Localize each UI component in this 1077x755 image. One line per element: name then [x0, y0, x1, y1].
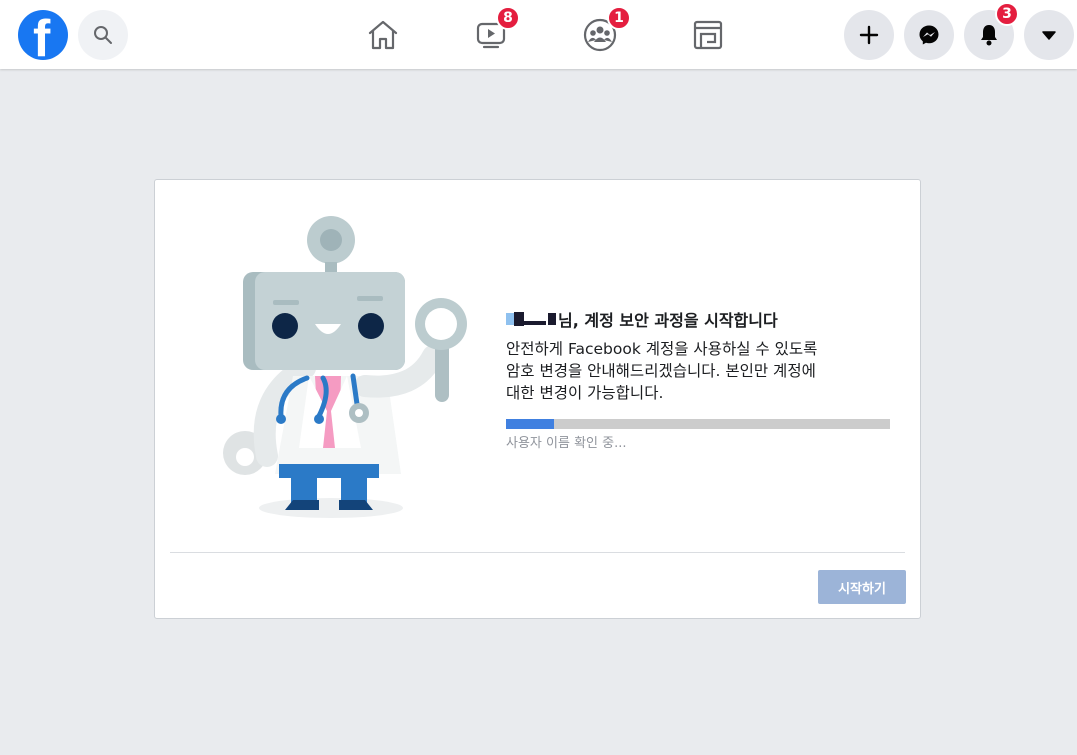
home-icon — [368, 20, 398, 50]
message-line: 안전하게 Facebook 계정을 사용하실 수 있도록 — [506, 340, 818, 358]
search-icon — [94, 26, 112, 44]
redacted-username — [506, 312, 556, 326]
nav-home[interactable] — [358, 12, 408, 58]
message-line: 암호 변경을 안내해드리겠습니다. 본인만 계정에 — [506, 362, 816, 380]
divider — [170, 552, 905, 553]
groups-badge: 1 — [607, 6, 631, 30]
bell-icon — [981, 25, 997, 46]
start-button[interactable]: 시작하기 — [818, 570, 906, 604]
nav-groups[interactable]: 1 — [575, 6, 631, 58]
plus-icon — [859, 25, 879, 45]
message-line: 대한 변경이 가능합니다. — [506, 384, 664, 402]
progress-bar — [506, 419, 890, 429]
status-text: 사용자 이름 확인 중... — [506, 436, 627, 451]
nav-watch[interactable]: 8 — [466, 6, 520, 58]
account-menu-button[interactable] — [1024, 10, 1074, 60]
notifications-button[interactable]: 3 — [964, 2, 1019, 60]
caret-down-icon — [1042, 31, 1056, 40]
facebook-logo-icon[interactable]: f — [18, 10, 68, 60]
notifications-badge: 3 — [995, 2, 1019, 26]
nav-gaming[interactable] — [683, 12, 733, 58]
top-navigation-bar: f 8 1 3 — [0, 0, 1077, 69]
messenger-button[interactable] — [904, 10, 954, 60]
security-checkup-card: 님, 계정 보안 과정을 시작합니다 안전하게 Facebook 계정을 사용하… — [154, 179, 921, 619]
create-button[interactable] — [844, 10, 894, 60]
search-button[interactable] — [78, 10, 128, 60]
progress-fill — [506, 419, 554, 429]
greeting-title-text: 님, 계정 보안 과정을 시작합니다 — [558, 311, 778, 330]
message-block: 님, 계정 보안 과정을 시작합니다 안전하게 Facebook 계정을 사용하… — [506, 308, 896, 404]
robot-doctor-illustration — [223, 216, 467, 518]
messenger-icon — [919, 25, 939, 45]
greeting-title: 님, 계정 보안 과정을 시작합니다 — [506, 308, 896, 330]
watch-badge: 8 — [496, 6, 520, 30]
message-body: 안전하게 Facebook 계정을 사용하실 수 있도록 암호 변경을 안내해드… — [506, 338, 886, 404]
gaming-icon — [693, 20, 723, 50]
